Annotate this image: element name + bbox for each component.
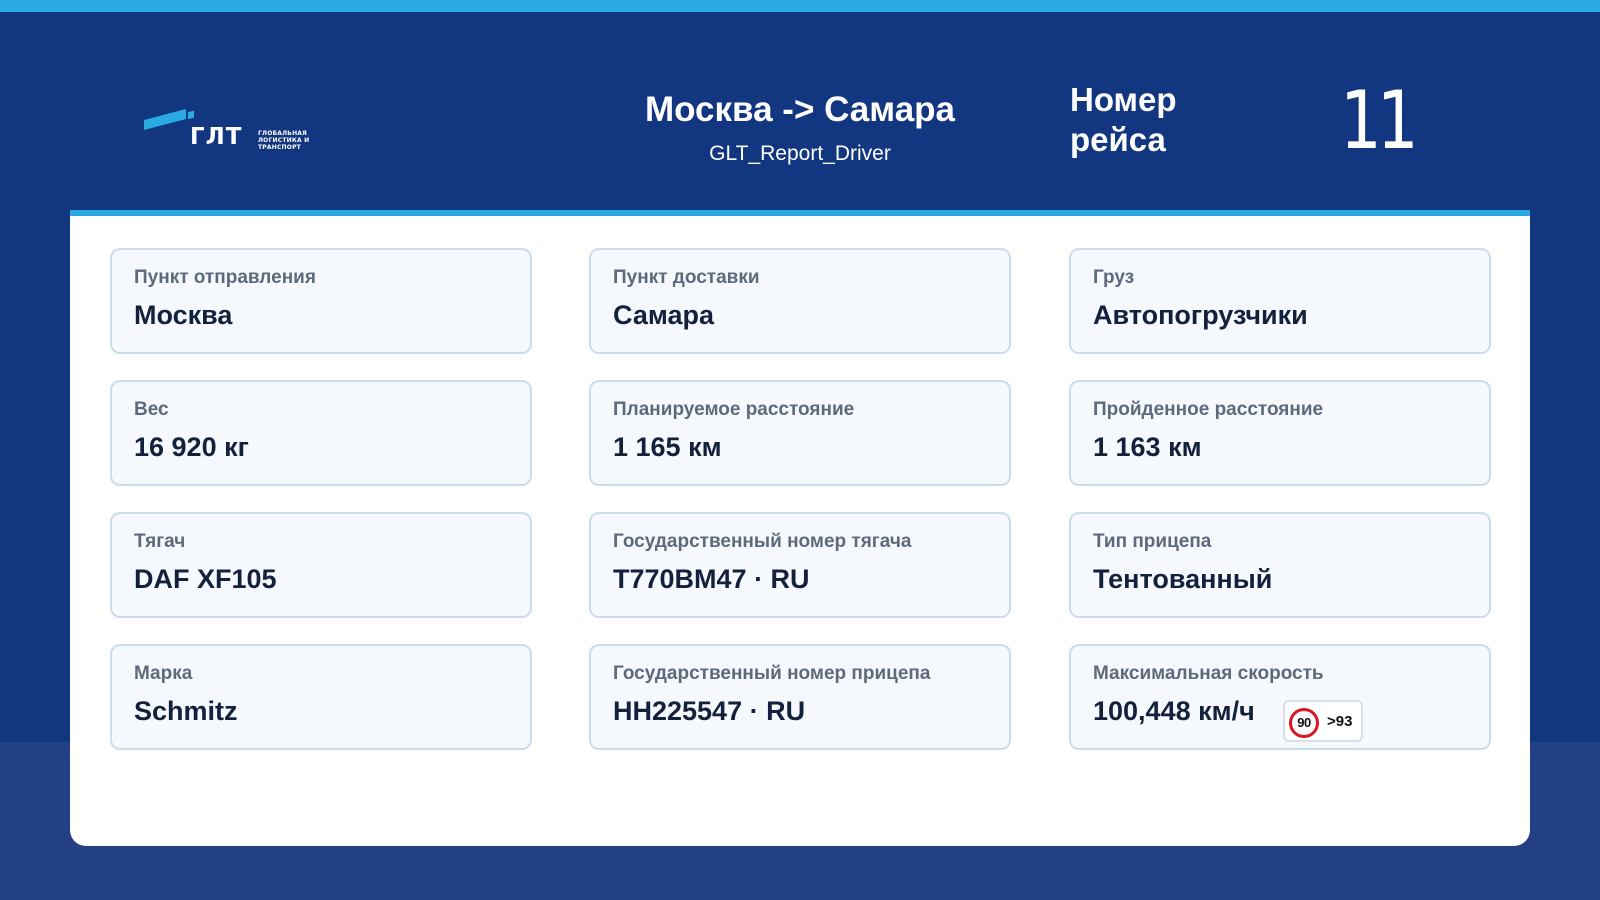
card-value: DAF XF105 bbox=[134, 564, 277, 594]
details-panel: Пункт отправления Москва Пункт доставки … bbox=[70, 210, 1530, 846]
card-label: Марка bbox=[134, 663, 193, 684]
company-logo: ГЛТ ГЛОБАЛЬНАЯ ЛОГИСТИКА И ТРАНСПОРТ bbox=[144, 108, 324, 154]
logo-stripes-icon bbox=[144, 109, 194, 130]
card-value: 100,448 км/ч bbox=[1093, 696, 1255, 726]
speed-over-value: >93 bbox=[1327, 713, 1353, 730]
card-label: Пункт доставки bbox=[613, 267, 760, 288]
card-label: Максимальная скорость bbox=[1093, 663, 1324, 684]
card-value: Schmitz bbox=[134, 696, 238, 726]
card-label: Государственный номер тягача bbox=[613, 531, 912, 552]
card-label: Вес bbox=[134, 399, 169, 420]
route-title: Москва -> Самара bbox=[644, 90, 956, 129]
speed-violation-badge: 90 >93 bbox=[1283, 700, 1363, 742]
info-card-departure: Пункт отправления Москва bbox=[110, 248, 532, 354]
info-card-planned-distance: Планируемое расстояние 1 165 км bbox=[589, 380, 1011, 486]
info-card-max-speed: Максимальная скорость 100,448 км/ч 90 >9… bbox=[1069, 644, 1491, 750]
card-value: 1 163 км bbox=[1093, 432, 1202, 462]
card-label: Государственный номер прицепа bbox=[613, 663, 931, 684]
info-card-destination: Пункт доставки Самара bbox=[589, 248, 1011, 354]
info-card-trailer-plate: Государственный номер прицепа HH225547 ·… bbox=[589, 644, 1011, 750]
card-label: Планируемое расстояние bbox=[613, 399, 855, 420]
info-card-traveled-distance: Пройденное расстояние 1 163 км bbox=[1069, 380, 1491, 486]
info-card-tractor: Тягач DAF XF105 bbox=[110, 512, 532, 618]
card-value: HH225547 · RU bbox=[613, 696, 806, 726]
card-value: 16 920 кг bbox=[134, 432, 249, 462]
info-card-weight: Вес 16 920 кг bbox=[110, 380, 532, 486]
card-value: T770BM47 · RU bbox=[613, 564, 810, 594]
card-value: Москва bbox=[134, 300, 233, 330]
card-value: Тентованный bbox=[1093, 564, 1273, 594]
card-label: Пройденное расстояние bbox=[1093, 399, 1324, 420]
card-label: Груз bbox=[1093, 267, 1135, 288]
card-label: Тягач bbox=[134, 531, 186, 552]
report-name: GLT_Report_Driver bbox=[709, 142, 891, 165]
logo-wordmark: ГЛТ bbox=[190, 124, 243, 150]
info-card-trailer-brand: Марка Schmitz bbox=[110, 644, 532, 750]
card-value: Самара bbox=[613, 300, 714, 330]
card-value: 1 165 км bbox=[613, 432, 722, 462]
card-label: Тип прицепа bbox=[1093, 531, 1212, 552]
info-card-trailer-type: Тип прицепа Тентованный bbox=[1069, 512, 1491, 618]
trip-number-value: 11 bbox=[1340, 74, 1419, 167]
card-value: Автопогрузчики bbox=[1093, 300, 1308, 330]
top-accent-stripe bbox=[0, 0, 1600, 12]
logo-tagline: ГЛОБАЛЬНАЯ ЛОГИСТИКА И ТРАНСПОРТ bbox=[258, 130, 310, 151]
info-card-cargo: Груз Автопогрузчики bbox=[1069, 248, 1491, 354]
trip-number-label: Номер рейса bbox=[1070, 81, 1177, 158]
info-card-tractor-plate: Государственный номер тягача T770BM47 · … bbox=[589, 512, 1011, 618]
card-label: Пункт отправления bbox=[134, 267, 316, 288]
speed-limit-sign-icon: 90 bbox=[1289, 708, 1319, 738]
